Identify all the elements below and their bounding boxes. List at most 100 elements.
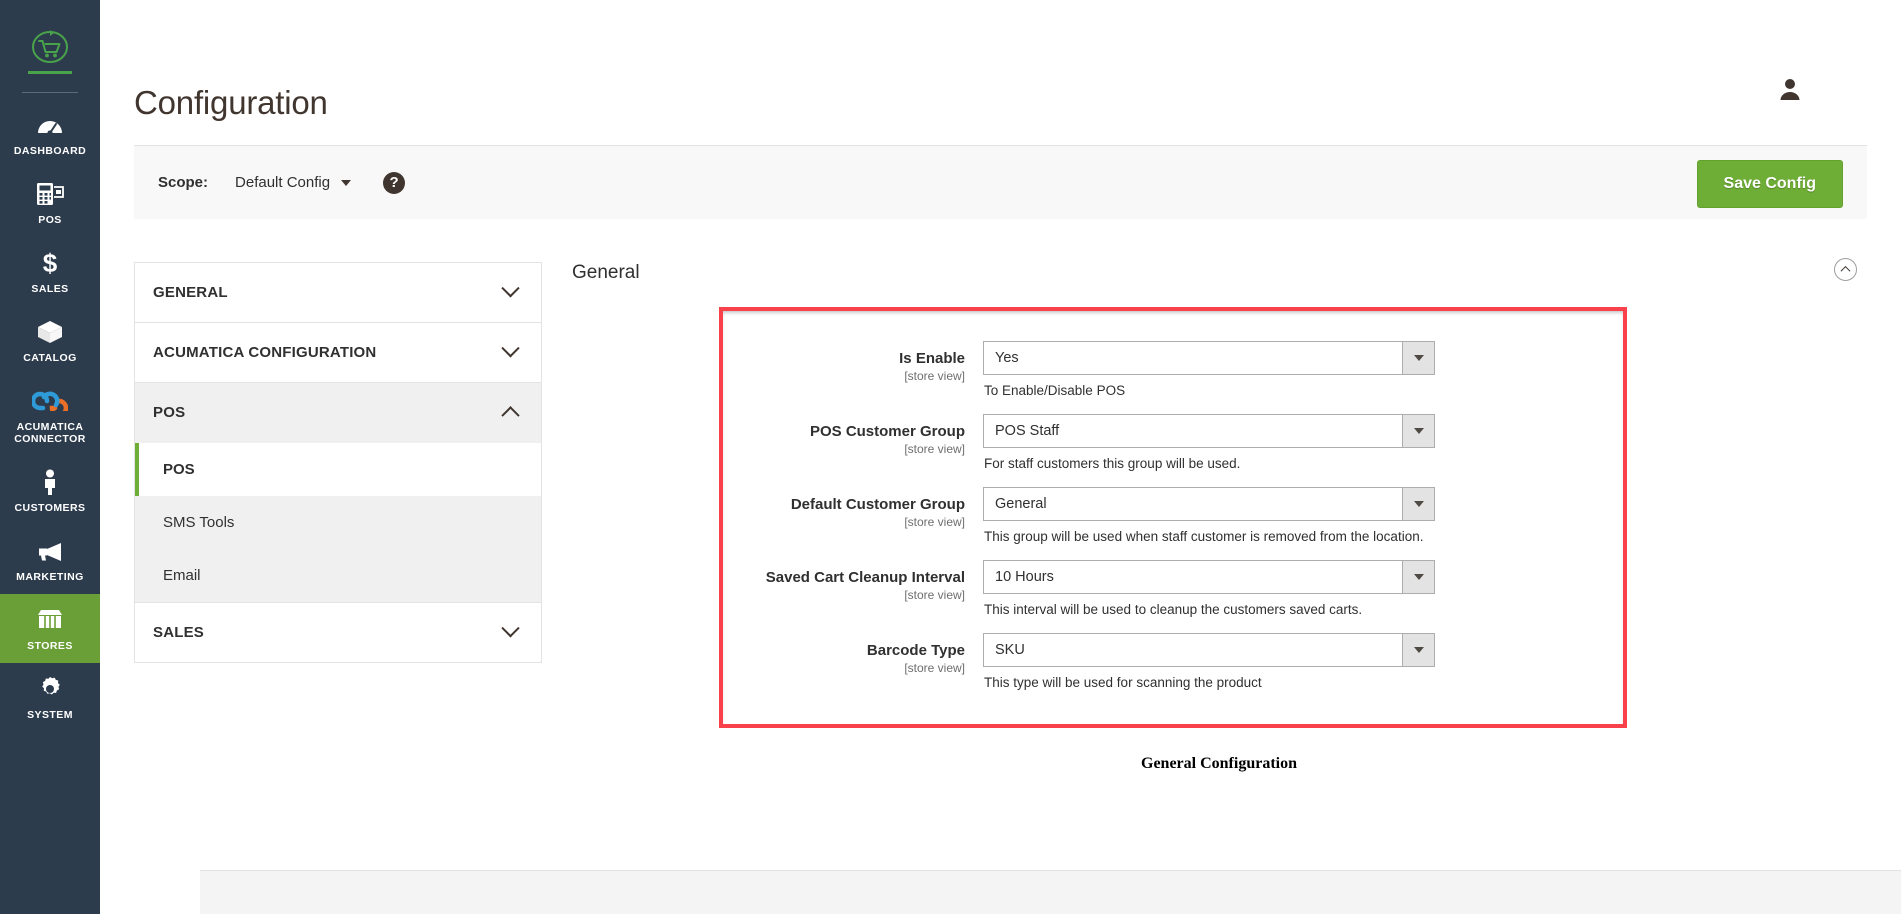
select-value: Yes — [995, 350, 1019, 366]
sidebar-label: SALES — [31, 283, 69, 295]
field-label-text: Default Customer Group — [790, 496, 965, 513]
field-help-text: This interval will be used to cleanup th… — [984, 602, 1363, 617]
chevron-down-icon — [341, 179, 352, 186]
pos-customer-group-select[interactable]: POS Staff — [983, 414, 1435, 448]
sidebar-item-marketing[interactable]: MARKETING — [0, 525, 100, 594]
field-label-text: Saved Cart Cleanup Interval — [765, 569, 965, 586]
sidebar-label: DASHBOARD — [13, 145, 87, 157]
field-row-is-enable: Is Enable [store view] Yes To Enable/Dis… — [723, 341, 1623, 398]
config-section-header[interactable]: SALES — [135, 603, 541, 662]
sidebar-item-dashboard[interactable]: DASHBOARD — [0, 99, 100, 168]
field-help-text: To Enable/Disable POS — [984, 383, 1126, 398]
select-value: POS Staff — [995, 423, 1060, 439]
field-control: 10 Hours This interval will be used to c… — [983, 560, 1435, 617]
field-label: Barcode Type [store view] — [723, 633, 983, 690]
field-row-pos-customer-group: POS Customer Group [store view] POS Staf… — [723, 414, 1623, 471]
question-mark-icon[interactable]: ? — [383, 171, 406, 194]
sidebar-item-acumatica-connector[interactable]: ACUMATICA CONNECTOR — [0, 375, 100, 456]
field-scope-note: [store view] — [904, 515, 965, 529]
scope-label: Scope: — [158, 174, 209, 191]
config-section-title: SALES — [153, 624, 205, 641]
pos-terminal-icon — [35, 180, 65, 208]
config-section-title: POS — [153, 404, 186, 421]
select-value: 10 Hours — [995, 569, 1054, 585]
cart-refresh-logo-icon — [32, 30, 68, 63]
logo[interactable] — [0, 14, 100, 82]
config-section-title: GENERAL — [153, 284, 228, 301]
config-nav-item-label: Email — [163, 567, 201, 584]
config-section-sales: SALES — [134, 602, 542, 663]
scope-selected-value: Default Config — [235, 174, 331, 191]
sidebar-label: SYSTEM — [27, 709, 73, 721]
svg-text:$: $ — [43, 249, 58, 277]
field-label: Saved Cart Cleanup Interval [store view] — [723, 560, 983, 617]
user-account-icon — [1780, 79, 1800, 100]
main-sidebar: DASHBOARD POS $ SALES CATALOG ACUMATICA … — [0, 0, 100, 914]
sidebar-item-stores[interactable]: STORES — [0, 594, 100, 663]
chevron-up-circle-icon[interactable] — [1834, 258, 1857, 281]
sidebar-item-system[interactable]: SYSTEM — [0, 663, 100, 732]
saved-cart-cleanup-interval-select[interactable]: 10 Hours — [983, 560, 1435, 594]
sidebar-item-sales[interactable]: $ SALES — [0, 237, 100, 306]
field-label: Is Enable [store view] — [723, 341, 983, 398]
config-section-header[interactable]: ACUMATICA CONFIGURATION — [135, 323, 541, 382]
field-control: Yes To Enable/Disable POS — [983, 341, 1435, 398]
content-row: GENERAL ACUMATICA CONFIGURATION POS POS … — [100, 258, 1901, 773]
default-customer-group-select[interactable]: General — [983, 487, 1435, 521]
field-help-text: This type will be used for scanning the … — [984, 675, 1262, 690]
config-nav-item-pos[interactable]: POS — [135, 443, 541, 496]
field-help-text: This group will be used when staff custo… — [984, 529, 1424, 544]
sidebar-label: POS — [38, 214, 62, 226]
admin-page: DASHBOARD POS $ SALES CATALOG ACUMATICA … — [0, 0, 1901, 914]
field-scope-note: [store view] — [904, 588, 965, 602]
highlighted-fieldset: Is Enable [store view] Yes To Enable/Dis… — [719, 307, 1627, 728]
barcode-type-select[interactable]: SKU — [983, 633, 1435, 667]
config-section-body: POS SMS Tools Email — [135, 442, 541, 602]
field-label-text: POS Customer Group — [809, 423, 965, 440]
chevron-down-icon — [1402, 415, 1434, 447]
sidebar-label: CUSTOMERS — [14, 502, 86, 514]
select-value: SKU — [995, 642, 1025, 658]
chevron-down-icon — [501, 279, 520, 298]
sidebar-item-pos[interactable]: POS — [0, 168, 100, 237]
field-help-text: For staff customers this group will be u… — [984, 456, 1241, 471]
person-icon — [41, 468, 59, 496]
chevron-up-icon — [501, 406, 520, 425]
field-label-text: Barcode Type — [866, 642, 965, 659]
chevron-down-icon — [1402, 342, 1434, 374]
megaphone-icon — [35, 537, 65, 565]
dashboard-gauge-icon — [36, 111, 64, 139]
config-section-pos: POS POS SMS Tools Email — [134, 382, 542, 602]
user-account-button[interactable] — [1773, 72, 1807, 106]
config-section-header[interactable]: GENERAL — [135, 263, 541, 322]
field-control: SKU This type will be used for scanning … — [983, 633, 1435, 690]
config-nav-item-sms-tools[interactable]: SMS Tools — [135, 496, 541, 549]
config-section-acumatica-configuration: ACUMATICA CONFIGURATION — [134, 322, 542, 382]
logo-underline — [28, 71, 72, 74]
page-title: Configuration — [134, 84, 328, 121]
dollar-sign-icon: $ — [40, 249, 60, 277]
scope-bar: Scope: Default Config ? Save Config — [134, 145, 1867, 219]
field-label-text: Is Enable — [899, 350, 965, 367]
field-scope-note: [store view] — [904, 369, 965, 383]
field-scope-note: [store view] — [904, 661, 965, 675]
config-nav-item-email[interactable]: Email — [135, 549, 541, 602]
sidebar-item-catalog[interactable]: CATALOG — [0, 306, 100, 375]
sidebar-label: ACUMATICA CONNECTOR — [14, 421, 86, 445]
chevron-down-icon — [501, 619, 520, 638]
field-row-default-customer-group: Default Customer Group [store view] Gene… — [723, 487, 1623, 544]
sidebar-item-customers[interactable]: CUSTOMERS — [0, 456, 100, 525]
form-panel: General Is Enable [store view] Yes To En… — [542, 258, 1867, 773]
save-config-button[interactable]: Save Config — [1696, 160, 1843, 208]
select-value: General — [995, 496, 1047, 512]
config-section-header[interactable]: POS — [135, 383, 541, 442]
is-enable-select[interactable]: Yes — [983, 341, 1435, 375]
sidebar-divider — [22, 92, 78, 93]
chevron-down-icon — [1402, 488, 1434, 520]
scope-select[interactable]: Default Config — [235, 174, 352, 191]
field-control: General This group will be used when sta… — [983, 487, 1435, 544]
field-row-barcode-type: Barcode Type [store view] SKU This type … — [723, 633, 1623, 690]
main-content: Configuration Scope: Default Config ? Sa… — [100, 0, 1901, 914]
chevron-down-icon — [1402, 561, 1434, 593]
config-nav-item-label: POS — [163, 461, 195, 478]
